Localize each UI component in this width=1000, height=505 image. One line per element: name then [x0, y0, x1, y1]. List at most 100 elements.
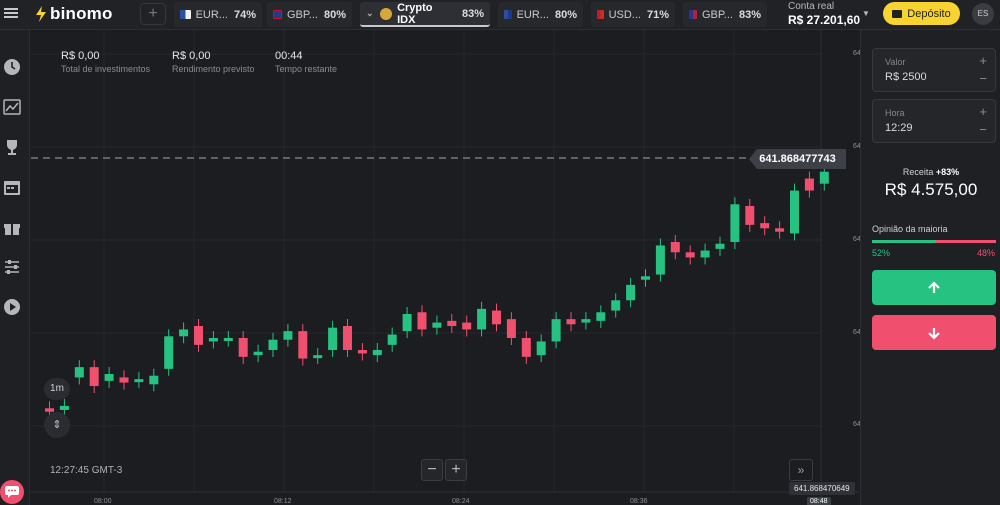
put-down-button[interactable] — [872, 315, 996, 350]
chart-type-icon[interactable]: ⇕ — [44, 412, 70, 438]
time-remaining-value: 00:44 — [275, 50, 303, 62]
zoom-out-button[interactable]: − — [421, 459, 443, 481]
candle-body — [551, 319, 561, 342]
candle-body — [700, 250, 710, 258]
avatar[interactable]: ES — [972, 3, 994, 25]
candle-body — [164, 336, 174, 369]
zoom-in-button[interactable]: + — [445, 459, 467, 481]
flag-icon — [504, 10, 512, 19]
time-label: Hora — [885, 108, 905, 118]
asset-tab-gbp-nzd[interactable]: GBP... 80% — [267, 2, 352, 27]
candle-body — [268, 339, 278, 350]
time-increase-button[interactable]: + — [979, 104, 987, 119]
opinion-down-percent: 48% — [976, 248, 995, 258]
arrow-down-icon — [928, 327, 940, 340]
gift-icon[interactable] — [3, 218, 21, 236]
candle-body — [387, 334, 397, 345]
candle-body — [402, 314, 412, 332]
current-price-tag: 641.868477743 — [749, 149, 846, 169]
asset-tab-crypto-idx[interactable]: ⌄ Crypto IDX 83% — [360, 2, 490, 27]
add-tab-button[interactable]: + — [140, 3, 166, 25]
candle-body — [775, 228, 785, 232]
calendar-icon[interactable] — [3, 178, 21, 196]
candle-body — [59, 405, 69, 410]
bottom-price-label: 641.868470649 — [789, 482, 855, 495]
candle-body — [462, 322, 472, 330]
tab-name: USD... — [608, 8, 641, 21]
tab-name: EUR... — [516, 8, 549, 21]
tab-payout: 80% — [554, 8, 577, 21]
x-axis-current-time: 08:48 — [807, 497, 831, 505]
account-balance: R$ 27.201,60 — [788, 13, 861, 27]
sliders-icon[interactable] — [3, 258, 21, 276]
candle-body — [730, 204, 740, 242]
deposit-button[interactable]: Depósito — [883, 2, 960, 25]
candle-body — [149, 375, 159, 385]
opinion-up-percent: 52% — [872, 248, 891, 258]
amount-value[interactable]: R$ 2500 — [885, 71, 927, 83]
candle-body — [581, 319, 591, 323]
tab-payout: 83% — [461, 7, 484, 20]
candle-body — [790, 190, 799, 234]
candle-body — [208, 338, 218, 342]
asset-tab-gbp-usd[interactable]: GBP... 83% — [683, 2, 767, 27]
scroll-to-latest-button[interactable]: » — [789, 459, 813, 481]
candle-body — [283, 331, 293, 340]
candle-body — [89, 367, 99, 386]
candle-body — [596, 312, 606, 321]
tab-payout: 83% — [738, 8, 761, 21]
candle-body — [641, 276, 650, 280]
chevron-down-icon: ⌄ — [366, 8, 374, 18]
majority-opinion-title: Opinião da maioria — [872, 224, 948, 234]
server-clock: 12:27:45 GMT-3 — [50, 465, 123, 476]
wallet-icon — [892, 9, 903, 18]
candle-body — [611, 300, 621, 311]
tab-payout: 80% — [323, 8, 346, 21]
asset-tab-usd-chf[interactable]: USD... 71% — [591, 2, 675, 27]
x-axis-label: 08:24 — [452, 498, 470, 505]
call-up-button[interactable] — [872, 270, 996, 305]
candle-body — [521, 338, 531, 357]
chevron-down-icon[interactable]: ▼ — [862, 9, 870, 18]
candle-body — [477, 308, 487, 330]
chart-icon[interactable] — [3, 98, 21, 116]
asset-tab-eur-jpy[interactable]: EUR... 74% — [174, 2, 262, 27]
candle-body — [492, 310, 501, 325]
candle-body — [119, 377, 129, 383]
majority-opinion-fill — [872, 240, 937, 243]
candlestick-chart[interactable] — [31, 30, 859, 505]
trophy-icon[interactable] — [3, 138, 21, 156]
candle-body — [626, 284, 636, 301]
menu-icon[interactable] — [4, 6, 18, 20]
time-value[interactable]: 12:29 — [885, 122, 913, 134]
majority-opinion-bar — [872, 240, 996, 243]
candle-body — [685, 252, 695, 258]
asset-tab-eur-aud[interactable]: EUR... 80% — [498, 2, 583, 27]
amount-field[interactable]: Valor R$ 2500 + − — [872, 48, 996, 92]
chart-area[interactable]: R$ 0,00 Total de investimentos R$ 0,00 R… — [31, 30, 882, 505]
tab-name: GBP... — [286, 8, 318, 21]
candle-body — [447, 320, 457, 326]
trade-panel: Valor R$ 2500 + − Hora 12:29 + − Receita… — [860, 30, 1000, 505]
time-decrease-button[interactable]: − — [979, 122, 987, 137]
amount-increase-button[interactable]: + — [979, 53, 987, 68]
timeframe-button[interactable]: 1m — [44, 378, 70, 400]
arrow-up-icon — [928, 280, 940, 293]
play-icon[interactable] — [3, 298, 21, 316]
candle-body — [343, 326, 352, 350]
candle-body — [253, 351, 263, 356]
revenue-label-text: Receita — [902, 167, 934, 177]
candle-body — [417, 312, 427, 330]
revenue-percent: +83% — [935, 167, 960, 177]
amount-decrease-button[interactable]: − — [979, 71, 987, 86]
clock-icon[interactable] — [3, 58, 21, 76]
expected-return: R$ 0,00 Rendimento previsto — [172, 50, 255, 74]
candle-body — [819, 171, 829, 184]
candle-body — [715, 243, 725, 249]
account-selector[interactable]: Conta real R$ 27.201,60 — [788, 1, 860, 27]
chat-icon[interactable] — [0, 480, 24, 504]
total-investments-value: R$ 0,00 — [61, 50, 100, 62]
candle-body — [328, 327, 338, 350]
time-field[interactable]: Hora 12:29 + − — [872, 99, 996, 143]
logo: binomo — [35, 4, 113, 24]
